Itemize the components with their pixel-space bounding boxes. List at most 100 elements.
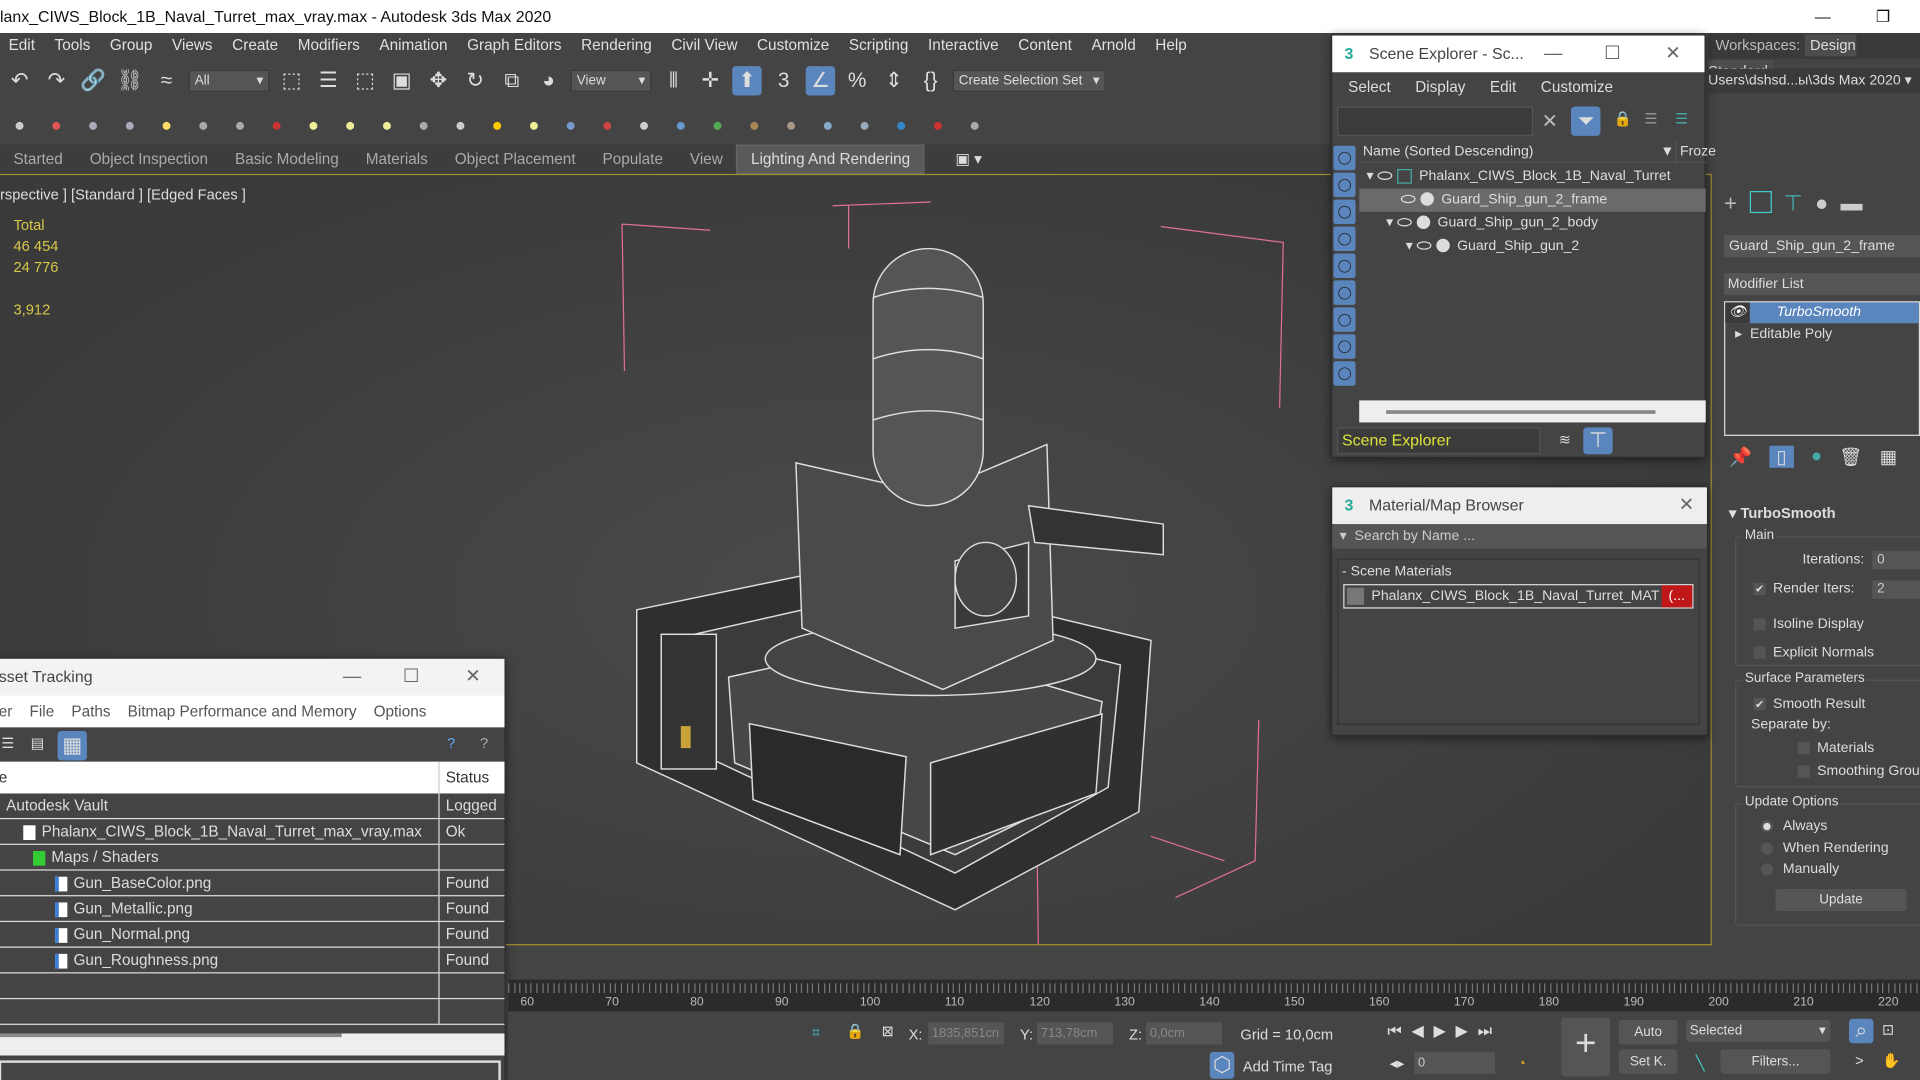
menu-scripting[interactable]: Scripting xyxy=(840,33,919,59)
fov-icon[interactable]: > xyxy=(1855,1052,1864,1069)
teapot-icon[interactable]: ● xyxy=(409,111,438,140)
asset-menu-options[interactable]: Options xyxy=(374,696,427,728)
display-bones-icon[interactable]: ◯ xyxy=(1333,361,1356,386)
table-row[interactable]: Gun_BaseColor.png Found xyxy=(0,870,505,897)
whats-this-icon[interactable]: ? xyxy=(480,735,488,752)
explicit-normals-checkbox[interactable]: Explicit Normals xyxy=(1753,645,1874,660)
tab-started[interactable]: Started xyxy=(0,146,76,173)
workspace-selector[interactable]: Workspaces:Design Standard xyxy=(1708,33,1920,83)
table-row[interactable]: Maps / Shaders xyxy=(0,844,505,871)
modifier-list-dropdown[interactable]: Modifier List xyxy=(1724,273,1920,296)
close-button[interactable]: ✕ xyxy=(465,659,480,696)
scene-menu-edit[interactable]: Edit xyxy=(1490,78,1516,95)
material-sphere-icon[interactable]: ● xyxy=(813,111,842,140)
menu-help[interactable]: Help xyxy=(1147,33,1198,59)
ellipse-icon[interactable]: ● xyxy=(519,111,548,140)
tree-view-icon[interactable]: ▤ xyxy=(31,735,45,752)
menu-edit[interactable]: Edit xyxy=(0,33,46,59)
when-rendering-radio[interactable]: When Rendering xyxy=(1760,841,1889,856)
menu-modifiers[interactable]: Modifiers xyxy=(289,33,371,59)
table2-icon[interactable]: ● xyxy=(115,111,144,140)
maximize-button[interactable]: ☐ xyxy=(403,659,419,696)
table-row[interactable]: Phalanx_CIWS_Block_1B_Naval_Turret_max_v… xyxy=(0,819,505,845)
current-frame-spinner[interactable]: 0 xyxy=(1414,1051,1496,1074)
motion-tab-icon[interactable]: ● xyxy=(1815,191,1828,217)
show-end-result-icon[interactable]: ▯ xyxy=(1769,445,1794,468)
frozen-column-header[interactable]: Froze xyxy=(1675,140,1716,163)
cone-icon[interactable]: ● xyxy=(446,111,475,140)
tab-lighting-and-rendering[interactable]: Lighting And Rendering xyxy=(736,144,925,174)
timeline-ruler[interactable]: 60 70 80 90 100 110 120 130 140 150 160 170 180 190 20… xyxy=(508,979,1920,1012)
asset-tracking-titlebar[interactable]: sset Tracking — ☐ ✕ xyxy=(0,658,505,696)
layers-icon[interactable]: ≋ xyxy=(1559,431,1571,448)
scene-explorer-titlebar[interactable]: 3 Scene Explorer - Sc... — ☐ ✕ xyxy=(1332,35,1705,73)
scale-icon[interactable]: ⧉ xyxy=(497,66,526,95)
menu-group[interactable]: Group xyxy=(101,33,163,59)
time-tag-icon[interactable]: ⬡ xyxy=(1209,1051,1235,1079)
maximize-button[interactable]: ☐ xyxy=(1604,36,1620,73)
table-row[interactable]: Gun_Metallic.png Found xyxy=(0,896,505,923)
menu-customize[interactable]: Customize xyxy=(748,33,840,59)
minimize-button[interactable]: — xyxy=(343,659,361,696)
hair-fur-icon[interactable]: ● xyxy=(740,111,769,140)
camera2-icon[interactable]: ● xyxy=(225,111,254,140)
modifier-turbosmooth[interactable]: 👁 TurboSmooth xyxy=(1725,302,1919,324)
menu-content[interactable]: Content xyxy=(1010,33,1083,59)
render-frame-icon[interactable]: ● xyxy=(42,111,71,140)
modify-tab-icon[interactable] xyxy=(1749,191,1772,214)
menu-civil-view[interactable]: Civil View xyxy=(663,33,749,59)
name-column-header[interactable]: Name (Sorted Descending) ▼ Froze xyxy=(1359,140,1716,163)
add-time-tag-button[interactable]: Add Time Tag xyxy=(1243,1058,1333,1075)
auto-key-button[interactable]: Auto xyxy=(1618,1020,1678,1045)
link-icon[interactable]: 🔗 xyxy=(78,66,107,95)
asset-path-field[interactable] xyxy=(0,1060,501,1080)
display-tab-icon[interactable]: ▬ xyxy=(1841,191,1863,217)
table-view-icon[interactable]: ▦ xyxy=(57,731,87,761)
display-shapes-icon[interactable]: ◯ xyxy=(1333,172,1356,198)
box-icon[interactable]: ● xyxy=(299,111,328,140)
scene-tree-item[interactable]: ▾ Guard_Ship_gun_2 xyxy=(1359,235,1706,258)
pivot-icon[interactable]: ✛ xyxy=(696,66,725,95)
rect-selection-icon[interactable]: ⬚ xyxy=(350,66,379,95)
modifier-editable-poly[interactable]: ▸ Editable Poly xyxy=(1725,323,1918,345)
restore-button[interactable]: ❐ xyxy=(1876,0,1890,33)
menu-tools[interactable]: Tools xyxy=(46,33,101,59)
grass-icon[interactable]: ● xyxy=(703,111,732,140)
place-icon[interactable]: ◕ xyxy=(534,66,563,95)
zoom-icon[interactable]: ⌕ xyxy=(1848,1018,1874,1044)
display-xrefs-icon[interactable]: ◯ xyxy=(1333,334,1356,359)
camera-icon[interactable]: ● xyxy=(189,111,218,140)
undo-icon[interactable]: ↶ xyxy=(5,66,34,95)
window-crossing-icon[interactable]: ▣ xyxy=(387,66,416,95)
cloth-icon[interactable]: ● xyxy=(776,111,805,140)
close-button[interactable]: ✕ xyxy=(1665,36,1680,73)
menu-interactive[interactable]: Interactive xyxy=(919,33,1009,59)
key-mode-icon[interactable]: ╲ xyxy=(1696,1054,1705,1071)
display-groups-icon[interactable]: ◯ xyxy=(1333,307,1356,332)
table-row[interactable]: Gun_Normal.png Found xyxy=(0,922,505,948)
select-by-name-icon[interactable]: ☰ xyxy=(313,66,342,95)
pin-stack-icon[interactable]: 📌 xyxy=(1729,446,1752,468)
display-geometry-icon[interactable]: ◯ xyxy=(1333,145,1356,171)
menu-arnold[interactable]: Arnold xyxy=(1083,33,1147,59)
hierarchy-view-icon[interactable]: ⊤ xyxy=(1583,427,1613,455)
material-item[interactable]: Phalanx_CIWS_Block_1B_Naval_Turret_MAT (.… xyxy=(1343,584,1694,609)
create-tab-icon[interactable]: + xyxy=(1724,191,1737,217)
ribbon-options-icon[interactable]: ▣ ▾ xyxy=(942,146,995,173)
key-filter-dropdown[interactable]: Selected ▾ xyxy=(1686,1020,1831,1043)
object-name-field[interactable]: Guard_Ship_gun_2_frame xyxy=(1724,235,1920,258)
set-key-icon[interactable]: + xyxy=(1561,1017,1611,1077)
menu-views[interactable]: Views xyxy=(163,33,223,59)
set-key-button[interactable]: Set K. xyxy=(1618,1049,1678,1074)
smoothing-groups-checkbox[interactable]: Smoothing Groups xyxy=(1797,764,1920,779)
sun-icon[interactable]: ● xyxy=(482,111,511,140)
gear-cloud-icon[interactable]: ● xyxy=(666,111,695,140)
sphere-light-icon[interactable]: ● xyxy=(372,111,401,140)
update-button[interactable]: Update xyxy=(1775,888,1907,912)
x-coordinate-field[interactable]: 1835,851cn xyxy=(928,1022,1005,1045)
grid-icon[interactable]: ● xyxy=(556,111,585,140)
minimize-button[interactable]: — xyxy=(1544,36,1562,73)
display-cameras-icon[interactable]: ◯ xyxy=(1333,226,1356,252)
menu-animation[interactable]: Animation xyxy=(371,33,459,59)
explorer-selector-dropdown[interactable]: Scene Explorer xyxy=(1337,427,1541,455)
